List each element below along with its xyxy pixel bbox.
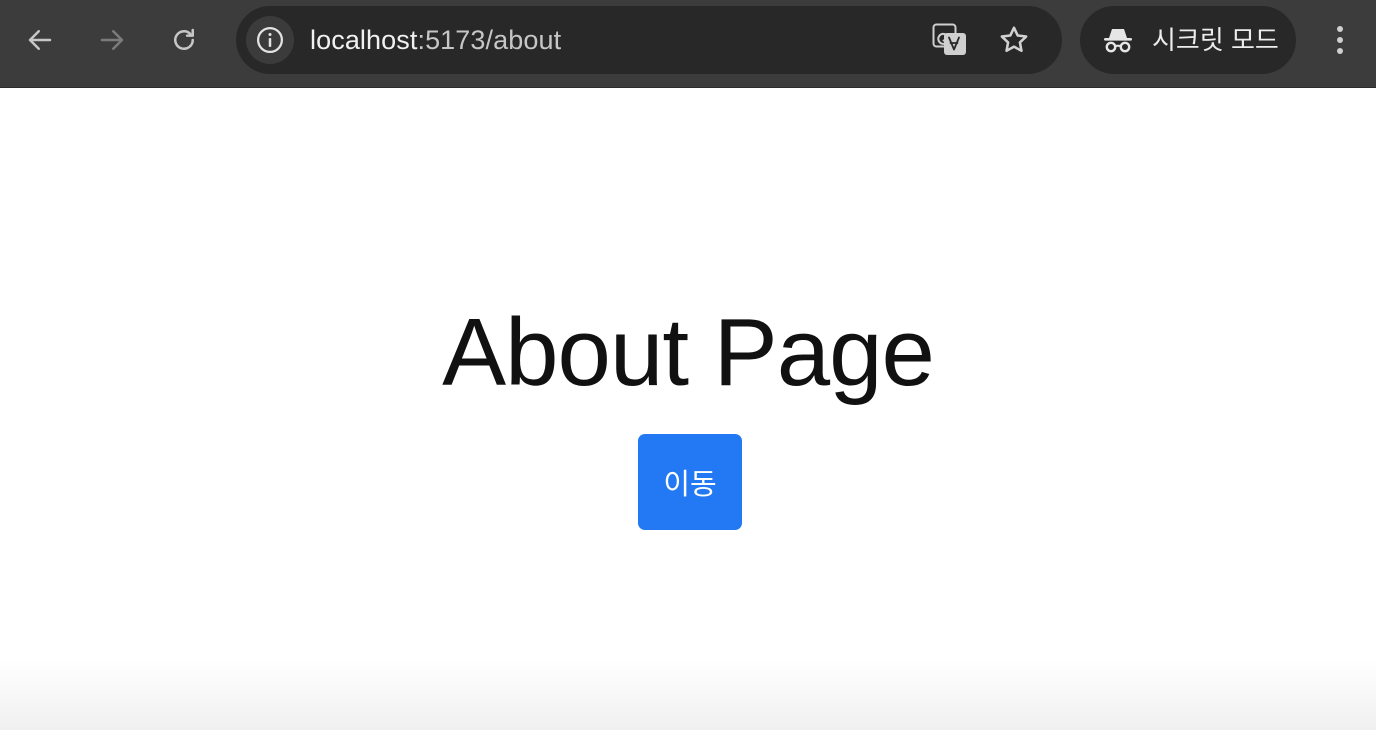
more-vert-icon — [1337, 26, 1343, 54]
arrow-left-icon — [28, 30, 52, 50]
site-info-button[interactable] — [246, 16, 294, 64]
star-icon — [1000, 26, 1028, 53]
menu-button[interactable] — [1316, 16, 1364, 64]
browser-window: localhost:5173/about 시크릿 모드 About Page 이… — [0, 0, 1376, 730]
translate-button[interactable] — [926, 16, 974, 64]
url-path: :5173/about — [417, 25, 562, 55]
bottom-shadow — [0, 660, 1376, 730]
move-button[interactable]: 이동 — [638, 434, 742, 530]
arrow-right-icon — [100, 30, 124, 50]
page-title: About Page — [442, 299, 935, 406]
bookmark-button[interactable] — [990, 16, 1038, 64]
reload-button[interactable] — [160, 16, 208, 64]
incognito-indicator[interactable]: 시크릿 모드 — [1080, 6, 1296, 74]
back-button[interactable] — [16, 16, 64, 64]
info-icon — [257, 27, 283, 53]
reload-icon — [174, 28, 194, 50]
url-host: localhost — [310, 25, 418, 55]
translate-icon — [932, 23, 966, 55]
browser-toolbar: localhost:5173/about 시크릿 모드 — [0, 0, 1376, 88]
address-bar[interactable]: localhost:5173/about — [236, 6, 1062, 74]
page-viewport: About Page 이동 — [0, 88, 1376, 730]
incognito-icon — [1104, 29, 1132, 53]
forward-button[interactable] — [88, 16, 136, 64]
url-text[interactable]: localhost:5173/about — [310, 6, 561, 74]
incognito-label: 시크릿 모드 — [1152, 25, 1279, 55]
